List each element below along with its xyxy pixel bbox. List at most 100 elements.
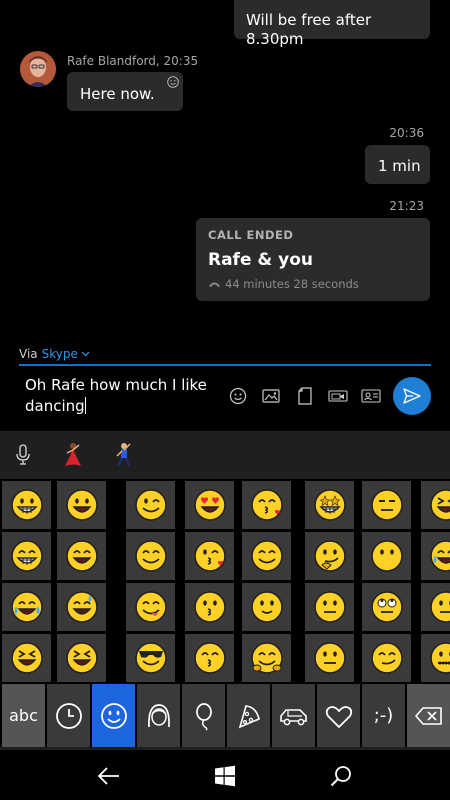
emoji-key-sunglasses[interactable] bbox=[126, 634, 175, 682]
emoji-key-grinning-open[interactable] bbox=[57, 532, 106, 580]
phone-icon bbox=[209, 282, 220, 287]
smileys-icon[interactable] bbox=[92, 684, 135, 747]
emoji-icon[interactable] bbox=[227, 385, 249, 407]
emoji-key-sweat-smile[interactable] bbox=[57, 583, 106, 631]
recent-icon[interactable] bbox=[47, 684, 90, 747]
send-icon bbox=[403, 388, 421, 404]
balloon-icon[interactable] bbox=[182, 684, 225, 747]
emoji-key-neutral[interactable] bbox=[305, 634, 354, 682]
heart-icon[interactable] bbox=[317, 684, 360, 747]
call-participants: Rafe & you bbox=[208, 250, 314, 270]
emoji-key-neutral-partial[interactable] bbox=[421, 583, 450, 631]
dancing-man-emoji[interactable] bbox=[108, 440, 138, 470]
emoji-key-tears-of-joy[interactable] bbox=[2, 583, 51, 631]
emoji-key-blush-kiss[interactable] bbox=[242, 481, 291, 529]
contact-card-icon[interactable] bbox=[360, 385, 382, 407]
emoji-key-kiss-heart[interactable] bbox=[185, 532, 234, 580]
expressionless-emoji-icon bbox=[370, 489, 403, 521]
emoji-key-raised-eyebrow[interactable] bbox=[305, 583, 354, 631]
send-button[interactable] bbox=[393, 377, 431, 415]
smiling-emoji-icon bbox=[134, 540, 167, 572]
relaxed-emoji-icon bbox=[250, 540, 283, 572]
message-input[interactable]: Oh Rafe how much I like dancing bbox=[25, 375, 220, 417]
via-selector[interactable]: Via Skype bbox=[19, 347, 90, 361]
windows-icon[interactable] bbox=[212, 763, 238, 789]
search-icon[interactable] bbox=[328, 763, 354, 789]
backspace-key[interactable] bbox=[407, 684, 450, 747]
back-icon[interactable] bbox=[96, 763, 122, 789]
call-status-label: CALL ENDED bbox=[208, 228, 294, 242]
emoji-key-star-eyes[interactable] bbox=[305, 481, 354, 529]
call-summary-card[interactable]: CALL ENDED Rafe & you 44 minutes 28 seco… bbox=[196, 218, 430, 301]
grinning-emoji-icon bbox=[10, 489, 43, 521]
message-bubble-outgoing[interactable]: Will be free after 8.30pm bbox=[234, 0, 430, 48]
dancing-woman-emoji[interactable] bbox=[58, 440, 88, 470]
emoji-key-wink[interactable] bbox=[126, 481, 175, 529]
microphone-icon[interactable] bbox=[8, 440, 38, 470]
emoji-key-slight-smile[interactable] bbox=[242, 583, 291, 631]
emoji-key-smiling[interactable] bbox=[126, 532, 175, 580]
grin-emoji-icon bbox=[10, 540, 43, 572]
emoji-key-crying[interactable] bbox=[421, 532, 450, 580]
navigation-bar bbox=[0, 750, 450, 800]
call-duration: 44 minutes 28 seconds bbox=[225, 277, 359, 291]
emoji-key-rolling-eyes[interactable] bbox=[362, 583, 411, 631]
heart-eyes-emoji-icon bbox=[193, 489, 226, 521]
emoji-key-expressionless[interactable] bbox=[362, 481, 411, 529]
people-icon[interactable] bbox=[137, 684, 180, 747]
file-icon[interactable] bbox=[294, 385, 316, 407]
emoji-key-rofl[interactable] bbox=[2, 634, 51, 682]
emoji-key-relaxed[interactable] bbox=[242, 532, 291, 580]
emoji-key-kissing-smile[interactable] bbox=[185, 634, 234, 682]
emoji-key-zipper[interactable] bbox=[421, 634, 450, 682]
yum-emoji-icon bbox=[134, 591, 167, 623]
backspace-icon bbox=[414, 706, 442, 725]
star-eyes-emoji-icon bbox=[313, 489, 346, 521]
message-text: 1 min bbox=[378, 157, 421, 175]
food-icon[interactable] bbox=[227, 684, 270, 747]
abc-key[interactable]: abc bbox=[2, 684, 45, 747]
emoticon-text-key[interactable]: ;-) bbox=[362, 684, 405, 747]
video-message-icon[interactable] bbox=[327, 385, 349, 407]
emoji-key-squint-tongue[interactable] bbox=[421, 481, 450, 529]
input-underline bbox=[19, 364, 431, 366]
hugging-emoji-icon bbox=[250, 642, 283, 674]
car-icon[interactable] bbox=[272, 684, 315, 747]
avatar[interactable] bbox=[20, 51, 56, 87]
tears-of-joy-emoji-icon bbox=[10, 591, 43, 623]
neutral-emoji-icon bbox=[313, 642, 346, 674]
kiss-heart-emoji-icon bbox=[193, 540, 226, 572]
sender-label: Rafe Blandford, 20:35 bbox=[67, 54, 199, 68]
emoji-key-smile[interactable] bbox=[57, 481, 106, 529]
call-duration-row: 44 minutes 28 seconds bbox=[208, 277, 418, 291]
image-icon[interactable] bbox=[260, 385, 282, 407]
emoji-key-thinking[interactable] bbox=[305, 532, 354, 580]
rolling-eyes-emoji-icon bbox=[370, 591, 403, 623]
abc-label: abc bbox=[9, 706, 38, 725]
emoji-grid bbox=[0, 479, 450, 683]
smile-emoji-icon bbox=[65, 489, 98, 521]
rofl-emoji-icon bbox=[10, 642, 43, 674]
emoji-key-kissing[interactable] bbox=[185, 583, 234, 631]
message-bubble-incoming[interactable]: Here now. bbox=[67, 72, 183, 111]
emoji-key-hugging[interactable] bbox=[242, 634, 291, 682]
reaction-icon[interactable] bbox=[167, 76, 179, 88]
emoji-key-grinning[interactable] bbox=[2, 481, 51, 529]
emoji-key-yum[interactable] bbox=[126, 583, 175, 631]
emoji-key-laughing-squint[interactable] bbox=[57, 634, 106, 682]
timestamp: 20:36 bbox=[389, 126, 424, 140]
raised-eyebrow-emoji-icon bbox=[313, 591, 346, 623]
kissing-smile-emoji-icon bbox=[193, 642, 226, 674]
emoji-key-no-mouth[interactable] bbox=[362, 532, 411, 580]
emoji-key-heart-eyes[interactable] bbox=[185, 481, 234, 529]
emoji-key-smirk[interactable] bbox=[362, 634, 411, 682]
neutral-partial-emoji-icon bbox=[429, 591, 450, 623]
grinning-open-emoji-icon bbox=[65, 540, 98, 572]
emoji-key-grin[interactable] bbox=[2, 532, 51, 580]
message-input-text: Oh Rafe how much I like dancing bbox=[25, 376, 207, 415]
kissing-emoji-icon bbox=[193, 591, 226, 623]
category-bar: abc ;-) bbox=[0, 683, 450, 747]
thinking-emoji-icon bbox=[313, 540, 346, 572]
blush-kiss-emoji-icon bbox=[250, 489, 283, 521]
message-bubble-outgoing[interactable]: 1 min bbox=[365, 145, 430, 184]
